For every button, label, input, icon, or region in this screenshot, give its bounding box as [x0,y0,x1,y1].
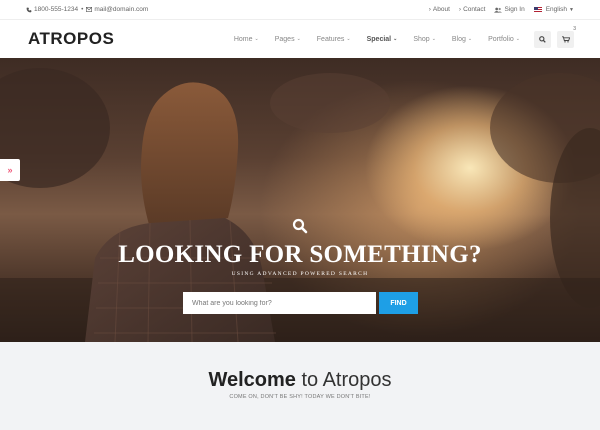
top-bar: 1800-555-1234 • mail@domain.com › About ›… [0,0,600,20]
top-links: › About › Contact Sign In English ▼ [429,6,574,13]
nav-blog-label: Blog [451,35,466,43]
email-address: mail@domain.com [94,6,149,13]
email-contact[interactable]: mail@domain.com [86,6,148,13]
about-link[interactable]: › About [429,6,450,13]
find-button[interactable]: FIND [379,292,418,314]
chevron-down-icon: ⌄ [254,36,259,42]
chevron-down-icon: ⌄ [393,36,398,42]
nav-portfolio-label: Portfolio [488,35,514,43]
welcome-title-rest: to Atropos [295,369,392,391]
us-flag-icon [533,7,542,12]
hero-subtitle: USING ADVANCED POWERED SEARCH [231,271,369,277]
nav-shop[interactable]: Shop ⌄ [405,36,444,43]
phone-number: 1800-555-1234 [34,6,79,13]
nav-features-label: Features [316,35,345,43]
hero-section: » LOOKING FOR SOMETHING? USING ADVANCED … [0,58,600,342]
nav-shop-label: Shop [413,35,430,43]
site-logo[interactable]: ATROPOS [28,29,114,49]
contact-link[interactable]: › Contact [459,6,486,13]
chevron-right-icon: › [458,6,462,13]
nav-home[interactable]: Home ⌄ [226,36,267,43]
signin-label: Sign In [504,6,525,13]
nav-features[interactable]: Features ⌄ [309,36,359,43]
separator-dot: • [81,6,84,13]
about-label: About [432,6,450,13]
cart-count-badge: 3 [573,25,576,32]
welcome-subtitle: COME ON, DON'T BE SHY! TODAY WE DON'T BI… [229,394,371,400]
chevron-right-icon: › [428,6,431,13]
phone-contact[interactable]: 1800-555-1234 [26,6,78,13]
caret-down-icon: ▼ [569,6,574,13]
nav-pages[interactable]: Pages ⌄ [267,36,309,43]
mail-icon [86,7,93,12]
search-input[interactable] [183,292,376,314]
nav-pages-label: Pages [274,35,295,43]
nav-blog[interactable]: Blog ⌄ [444,36,480,43]
header-search-button[interactable] [534,30,551,48]
nav-portfolio[interactable]: Portfolio ⌄ [480,36,528,43]
side-panel-toggle[interactable]: » [0,159,20,181]
signin-link[interactable]: Sign In [494,6,525,13]
double-chevron-right-icon: » [7,165,13,175]
users-icon [494,7,503,13]
nav-home-label: Home [233,35,253,43]
main-nav: Home ⌄ Pages ⌄ Features ⌄ Special ⌄ Shop ⌄ Bl… [226,26,576,48]
welcome-section: Welcome to Atropos COME ON, DON'T BE SHY… [0,342,600,430]
language-selector[interactable]: English ▼ [533,6,574,13]
chevron-down-icon: ⌄ [515,36,520,42]
chevron-down-icon: ⌄ [431,36,436,42]
search-icon [292,218,308,234]
welcome-title-bold: Welcome [208,369,296,391]
contact-info: 1800-555-1234 • mail@domain.com [26,6,148,13]
nav-special[interactable]: Special ⌄ [359,36,406,43]
main-header: ATROPOS Home ⌄ Pages ⌄ Features ⌄ Special ⌄ … [0,20,600,58]
search-icon [539,35,546,43]
phone-icon [26,7,32,12]
cart-button[interactable]: 3 [557,26,576,48]
contact-label: Contact [463,6,486,13]
cart-icon [561,35,570,42]
chevron-down-icon: ⌄ [467,36,473,42]
language-label: English [545,6,568,13]
chevron-down-icon: ⌄ [296,36,301,42]
chevron-down-icon: ⌄ [346,36,351,42]
welcome-title: Welcome to Atropos [0,369,600,392]
hero-title: LOOKING FOR SOMETHING? [118,241,482,268]
nav-special-label: Special [366,35,392,43]
